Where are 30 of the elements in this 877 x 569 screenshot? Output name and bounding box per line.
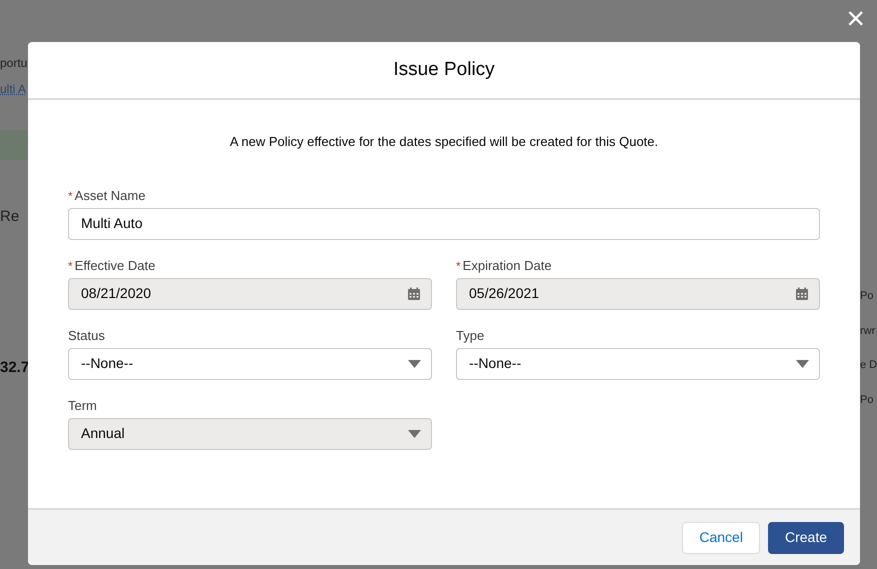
caret-icon xyxy=(408,430,421,438)
background-text: Po xyxy=(860,289,874,304)
cancel-button[interactable]: Cancel xyxy=(682,522,760,554)
close-button[interactable]: × xyxy=(846,2,865,34)
required-mark: * xyxy=(456,258,461,274)
field-label: Expiration Date xyxy=(462,256,552,275)
select-field[interactable]: --None-- xyxy=(456,348,820,380)
field-label: Term xyxy=(68,396,97,414)
background-text: rwr xyxy=(860,324,876,338)
background-text: Po xyxy=(860,392,874,408)
modal-message: A new Policy effective for the dates specified will be created for this Quote. xyxy=(228,133,660,151)
field-label: Status xyxy=(68,326,105,344)
field-label: Asset Name xyxy=(74,186,146,204)
background-text: portu xyxy=(0,55,28,72)
required-mark: * xyxy=(68,188,73,204)
modal-title: Issue Policy xyxy=(393,58,495,82)
required-mark: * xyxy=(68,258,73,274)
caret-icon xyxy=(408,360,421,368)
background-text: ulti A xyxy=(0,81,28,98)
select-field[interactable]: --None-- xyxy=(68,348,432,380)
background-text: e D xyxy=(860,358,877,373)
caret-icon xyxy=(796,360,809,368)
highlight-band xyxy=(0,130,28,160)
create-button[interactable]: Create xyxy=(768,522,844,554)
calendar-icon xyxy=(795,286,809,300)
input-field[interactable]: Multi Auto xyxy=(68,208,820,240)
background-text: Re xyxy=(0,207,20,227)
field-label: Effective Date xyxy=(74,256,156,274)
field-label: Type xyxy=(456,326,484,345)
calendar-icon xyxy=(407,286,421,300)
